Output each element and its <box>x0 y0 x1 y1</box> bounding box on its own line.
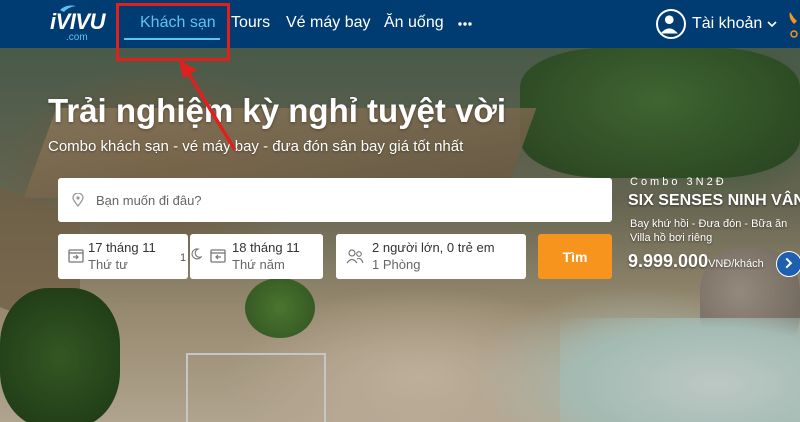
people-icon <box>346 249 364 264</box>
account-label: Tài khoản <box>692 15 763 32</box>
destination-input[interactable] <box>96 192 556 208</box>
promo-price-value: 9.999.000 <box>628 251 709 271</box>
hero-banner: Trải nghiệm kỳ nghỉ tuyệt vời Combo khác… <box>0 48 800 422</box>
promo-price-unit: VNĐ/khách <box>708 258 764 270</box>
chevron-right-icon <box>785 257 793 269</box>
carousel-next-button[interactable] <box>776 251 800 277</box>
promo-kicker: Combo 3N2Đ <box>630 176 727 188</box>
search-button[interactable]: Tìm <box>538 234 612 279</box>
hero-subline: Combo khách sạn - vé máy bay - đưa đón s… <box>48 138 464 155</box>
checkin-weekday: Thứ tư <box>88 257 128 272</box>
moon-icon <box>191 248 202 260</box>
promo-price: 9.999.000VNĐ/khách <box>628 251 764 272</box>
destination-search[interactable] <box>58 178 612 222</box>
nav-item-tours[interactable]: Tours <box>231 14 270 32</box>
room-count: 1 Phòng <box>372 257 421 272</box>
checkin-date-picker[interactable]: 17 tháng 11 Thứ tư <box>58 234 188 279</box>
phone-icon[interactable] <box>788 10 800 40</box>
account-menu[interactable]: Tài khoản <box>656 9 778 39</box>
promo-description: Bay khứ hồi - Đưa đón - Bữa ăn <box>630 218 788 230</box>
promo-description-2: Villa hồ bơi riêng <box>630 232 713 244</box>
logo-domain: .com <box>66 32 88 43</box>
annotation-arrow-icon <box>179 60 237 151</box>
promo-title: SIX SENSES NINH VÂN <box>628 192 800 209</box>
avatar-icon <box>656 9 686 39</box>
checkin-date: 17 tháng 11 <box>88 240 156 255</box>
nav-item-dining[interactable]: Ăn uống <box>384 14 444 32</box>
guest-count: 2 người lớn, 0 trẻ em <box>372 240 495 255</box>
checkin-calendar-icon <box>68 249 84 263</box>
guest-room-picker[interactable]: 2 người lớn, 0 trẻ em 1 Phòng <box>336 234 526 279</box>
hero-headline: Trải nghiệm kỳ nghỉ tuyệt vời <box>48 92 507 129</box>
nav-item-flights[interactable]: Vé máy bay <box>286 14 370 32</box>
annotation-highlight-box <box>116 3 230 61</box>
ivivu-logo[interactable]: iVIVU .com <box>48 4 106 44</box>
nights-count: 1 <box>180 252 187 264</box>
checkout-date: 18 tháng 11 <box>232 240 300 255</box>
location-pin-icon <box>72 193 84 207</box>
checkout-weekday: Thứ năm <box>232 257 285 272</box>
checkout-calendar-icon <box>210 249 226 263</box>
checkout-date-picker[interactable]: 18 tháng 11 Thứ năm <box>190 234 323 279</box>
chevron-down-icon <box>767 21 777 28</box>
more-dots-icon[interactable] <box>458 22 472 26</box>
